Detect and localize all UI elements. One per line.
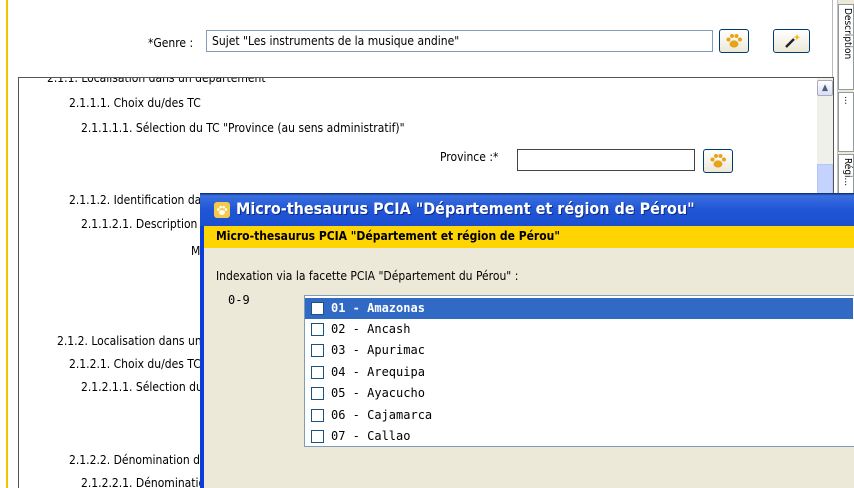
province-field[interactable] [517,149,695,171]
section-line: 2.1.1.2. Identification dan [69,193,209,207]
left-accent-rule [6,0,8,488]
item-label: 06 - Cajamarca [331,408,433,422]
magic-wand-icon [784,34,800,48]
section-line: 2.1.2.2. Dénomination du [69,453,207,467]
item-checkbox[interactable] [311,409,324,422]
section-line: 2.1.1.2.1. Description d [81,217,208,231]
item-label: 04 - Arequipa [331,365,425,379]
list-item[interactable]: 05 - Ayacucho [305,383,853,404]
item-checkbox[interactable] [311,366,324,379]
dialog-title: Micro-thesaurus PCIA "Département et rég… [236,199,695,218]
list-item[interactable]: 06 - Cajamarca [305,405,853,426]
section-line: 2.1.2.1.1. Sélection du [81,380,203,394]
dialog-header: Micro-thesaurus PCIA "Département et rég… [216,229,560,243]
genre-label: *Genre : [148,36,194,50]
section-line: 2.1.2. Localisation dans une [57,334,209,348]
chevron-up-icon: ▲ [821,83,829,93]
section-line: 2.1.2.1. Choix du/des TC [69,357,201,371]
section-line: 2.1.2.2.1. Dénomination [81,476,212,488]
genre-picker-button[interactable] [719,29,749,53]
item-checkbox[interactable] [311,302,324,315]
dialog-title-bar[interactable]: Micro-thesaurus PCIA "Département et rég… [200,193,854,226]
list-item[interactable]: 04 - Arequipa [305,362,853,383]
genre-field[interactable]: Sujet "Les instruments de la musique and… [206,30,713,52]
dialog-header-band: Micro-thesaurus PCIA "Département et rég… [204,226,854,248]
micro-thesaurus-dialog: Micro-thesaurus PCIA "Département et rég… [200,193,854,488]
tab-description[interactable]: Description [838,4,854,90]
scroll-up-button[interactable]: ▲ [817,80,833,96]
range-label: 0-9 [228,293,250,307]
department-list: 01 - Amazonas 02 - Ancash 03 - Apurimac … [304,295,854,447]
item-label: 03 - Apurimac [331,343,425,357]
province-label: Province :* [440,150,499,164]
section-heading-clipped: 2.1.1. Localisation dans un département [47,77,266,85]
list-item[interactable]: 07 - Callao [305,426,853,447]
item-checkbox[interactable] [311,344,324,357]
index-label: Indexation via la facette PCIA "Départem… [216,269,519,283]
list-item[interactable]: 01 - Amazonas [305,298,853,319]
list-item[interactable]: 03 - Apurimac [305,340,853,361]
magic-wand-button[interactable] [773,29,810,53]
item-label: 07 - Callao [331,429,411,443]
item-label: 05 - Ayacucho [331,386,425,400]
paw-icon [726,34,742,48]
section-line: 2.1.1.1.1. Sélection du TC "Province (au… [81,121,405,135]
list-item[interactable]: 02 - Ancash [305,319,853,340]
tab-2[interactable]: ... [838,92,854,152]
item-label: 02 - Ancash [331,322,411,336]
item-label: 01 - Amazonas [331,301,425,315]
item-checkbox[interactable] [311,387,324,400]
province-picker-button[interactable] [703,149,733,173]
item-checkbox[interactable] [311,430,324,443]
paw-icon [214,202,230,218]
section-line: 2.1.1.1. Choix du/des TC [69,96,201,110]
paw-icon [710,154,726,168]
item-checkbox[interactable] [311,323,324,336]
tab-regions[interactable]: Régi... [838,154,854,194]
